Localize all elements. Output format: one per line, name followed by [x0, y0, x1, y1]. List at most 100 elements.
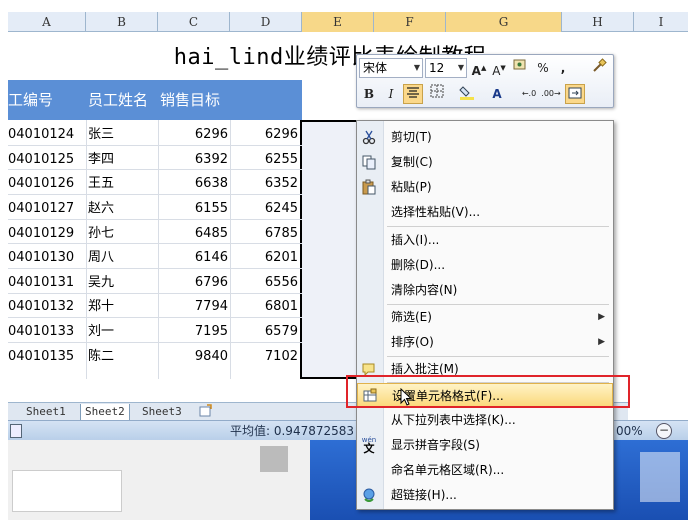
zoom-level[interactable]: 00% [616, 421, 643, 441]
cell-value-7[interactable]: 6556 [232, 271, 298, 296]
cell-id-9[interactable]: 04010133 [8, 320, 74, 345]
column-header-c[interactable]: C [158, 12, 230, 32]
cell-value-2[interactable]: 6255 [232, 148, 298, 173]
menu-filter[interactable]: 筛选(E) ▶ [357, 305, 613, 329]
column-header-g[interactable]: G [446, 12, 562, 32]
menu-define-name[interactable]: 命名单元格区域(R)... [357, 458, 613, 482]
column-header-d[interactable]: D [230, 12, 302, 32]
percent-button[interactable]: % [533, 58, 553, 78]
column-header-b[interactable]: B [86, 12, 158, 32]
zoom-out-icon[interactable]: − [656, 423, 672, 439]
cell-name-1[interactable]: 张三 [88, 123, 114, 148]
cell-name-3[interactable]: 王五 [88, 172, 114, 197]
comma-button[interactable]: , [553, 58, 573, 78]
fill-color-icon[interactable] [457, 84, 477, 104]
cell-target-8[interactable]: 7794 [160, 295, 228, 320]
cell-value-9[interactable]: 6579 [232, 320, 298, 345]
cell-target-2[interactable]: 6392 [160, 148, 228, 173]
menu-hyperlink[interactable]: 超链接(H)... [357, 483, 613, 507]
cell-id-7[interactable]: 04010131 [8, 271, 74, 296]
cell-id-3[interactable]: 04010126 [8, 172, 74, 197]
accounting-format-icon[interactable] [511, 58, 531, 78]
cell-target-6[interactable]: 6146 [160, 246, 228, 271]
bold-button[interactable]: B [359, 84, 379, 104]
cell-id-2[interactable]: 04010125 [8, 148, 74, 173]
cell-name-10[interactable]: 陈二 [88, 345, 114, 370]
shrink-font-icon[interactable]: A▼ [489, 58, 509, 78]
status-average: 平均值: 0.947872583 [230, 424, 355, 438]
cell-value-3[interactable]: 6352 [232, 172, 298, 197]
cell-value-5[interactable]: 6785 [232, 222, 298, 247]
cell-target-1[interactable]: 6296 [160, 123, 228, 148]
cell-target-3[interactable]: 6638 [160, 172, 228, 197]
submenu-arrow-icon: ▶ [598, 337, 605, 347]
cell-id-10[interactable]: 04010135 [8, 345, 74, 370]
cell-value-10[interactable]: 7102 [232, 345, 298, 370]
column-header-h[interactable]: H [562, 12, 634, 32]
menu-paste-special-label: 选择性粘贴(V)... [391, 205, 481, 219]
cell-target-9[interactable]: 7195 [160, 320, 228, 345]
cell-name-2[interactable]: 李四 [88, 148, 114, 173]
decrease-decimal-icon[interactable]: .00→ [541, 84, 561, 104]
merge-cells-icon[interactable] [565, 84, 585, 104]
column-header-e[interactable]: E [302, 12, 374, 32]
menu-cut[interactable]: 剪切(T) [357, 125, 613, 149]
cell-id-5[interactable]: 04010129 [8, 222, 74, 247]
macro-record-icon[interactable] [10, 424, 22, 438]
sheet-tab-3[interactable]: Sheet3 [138, 404, 186, 420]
menu-copy[interactable]: 复制(C) [357, 150, 613, 174]
menu-separator [387, 226, 609, 227]
cell-target-10[interactable]: 9840 [160, 345, 228, 370]
cell-name-5[interactable]: 孙七 [88, 222, 114, 247]
menu-show-phonetic[interactable]: wén 文 显示拼音字段(S) [357, 433, 613, 457]
cell-name-9[interactable]: 刘一 [88, 320, 114, 345]
borders-icon[interactable] [427, 84, 447, 104]
menu-filter-label: 筛选(E) [391, 310, 432, 324]
increase-decimal-icon[interactable]: ←.0 [519, 84, 539, 104]
sheet-tab-1[interactable]: Sheet1 [22, 404, 70, 420]
menu-show-phonetic-label: 显示拼音字段(S) [391, 438, 480, 452]
insert-sheet-icon[interactable] [198, 404, 216, 420]
menu-hyperlink-label: 超链接(H)... [391, 488, 457, 502]
cell-id-8[interactable]: 04010132 [8, 295, 74, 320]
column-header-i[interactable]: I [634, 12, 688, 32]
column-header-a[interactable]: A [8, 12, 86, 32]
cell-name-6[interactable]: 周八 [88, 246, 114, 271]
grow-font-icon[interactable]: A▲ [469, 58, 489, 78]
column-header-f[interactable]: F [374, 12, 446, 32]
format-painter-icon[interactable] [589, 58, 609, 78]
cell-value-8[interactable]: 6801 [232, 295, 298, 320]
cell-value-6[interactable]: 6201 [232, 246, 298, 271]
cell-id-1[interactable]: 04010124 [8, 123, 74, 148]
cell-name-8[interactable]: 郑十 [88, 295, 114, 320]
sheet-tab-2[interactable]: Sheet2 [80, 404, 130, 421]
cell-id-6[interactable]: 04010130 [8, 246, 74, 271]
menu-clear-contents[interactable]: 清除内容(N) [357, 278, 613, 302]
font-name-combo[interactable]: 宋体 ▼ [359, 58, 423, 78]
header-employee-name[interactable]: 员工姓名 [88, 80, 148, 120]
menu-paste-special[interactable]: 选择性粘贴(V)... [357, 200, 613, 224]
font-size-combo[interactable]: 12 ▼ [425, 58, 467, 78]
cell-name-7[interactable]: 吴九 [88, 271, 114, 296]
mini-toolbar: 宋体 ▼ 12 ▼ A▲ A▼ % , B I A ←.0 .00→ [356, 54, 614, 108]
cell-id-4[interactable]: 04010127 [8, 197, 74, 222]
menu-pick-from-list[interactable]: 从下拉列表中选择(K)... [357, 408, 613, 432]
menu-insert[interactable]: 插入(I)... [357, 228, 613, 252]
menu-sort[interactable]: 排序(O) ▶ [357, 330, 613, 354]
menu-delete[interactable]: 删除(D)... [357, 253, 613, 277]
hyperlink-icon [361, 487, 377, 503]
font-color-icon[interactable]: A [487, 84, 507, 104]
cell-target-4[interactable]: 6155 [160, 197, 228, 222]
menu-paste[interactable]: 粘贴(P) [357, 175, 613, 199]
submenu-arrow-icon: ▶ [598, 312, 605, 322]
cell-target-7[interactable]: 6796 [160, 271, 228, 296]
italic-button[interactable]: I [381, 84, 401, 104]
cell-target-5[interactable]: 6485 [160, 222, 228, 247]
header-employee-id[interactable]: 工编号 [8, 80, 53, 120]
cell-value-1[interactable]: 6296 [232, 123, 298, 148]
cell-value-4[interactable]: 6245 [232, 197, 298, 222]
align-center-icon[interactable] [403, 84, 423, 104]
chevron-down-icon: ▼ [457, 63, 464, 72]
header-sales-target[interactable]: 销售目标 [160, 80, 220, 120]
cell-name-4[interactable]: 赵六 [88, 197, 114, 222]
